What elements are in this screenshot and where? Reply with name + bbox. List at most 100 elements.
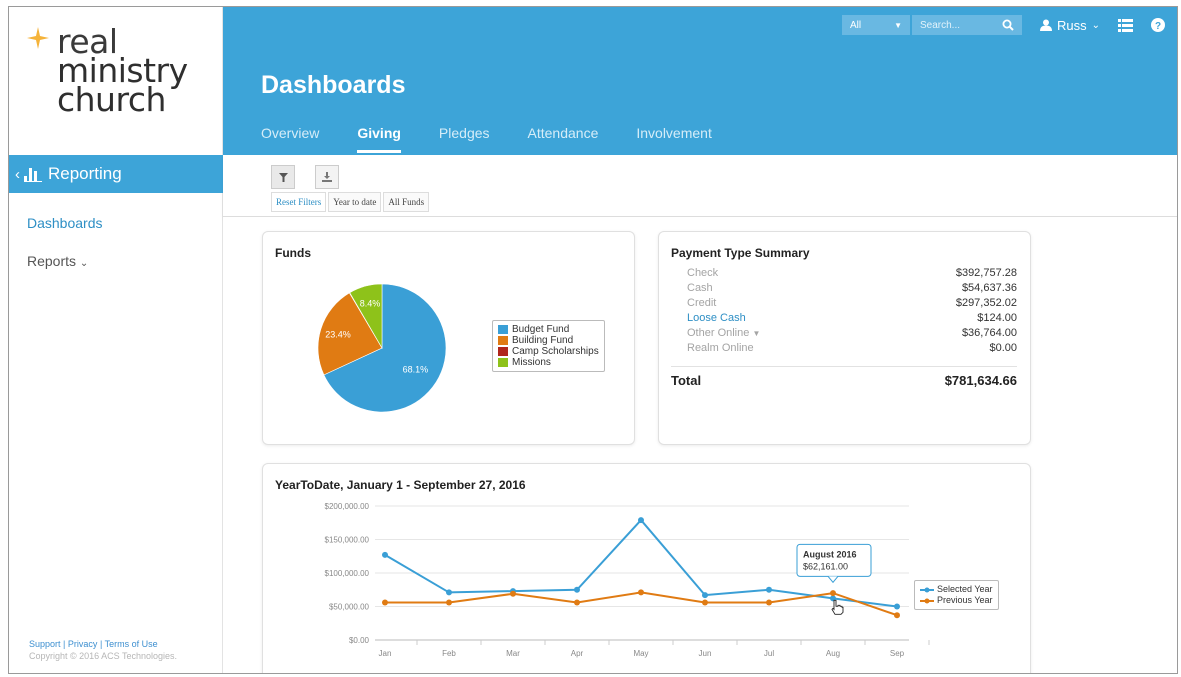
payment-row: Realm Online $0.00 <box>687 341 1017 356</box>
ytd-legend: Selected Year Previous Year <box>914 580 999 610</box>
sidebar-section-label: Reporting <box>48 164 122 183</box>
filter-button[interactable] <box>271 165 295 189</box>
help-icon: ? <box>1151 18 1165 32</box>
data-point <box>574 586 580 593</box>
filter-chips: Reset Filters Year to date All Funds <box>271 192 431 212</box>
payment-card-title: Payment Type Summary <box>671 246 810 260</box>
x-tick-label: Jan <box>379 649 392 658</box>
loose-cash-link[interactable]: Loose Cash <box>687 311 746 326</box>
legend-item: Camp Scholarships <box>498 346 599 357</box>
payment-row: Cash $54,637.36 <box>687 281 1017 296</box>
footer-separator: | <box>99 639 103 649</box>
sidebar-item-reports[interactable]: Reports ⌄ <box>27 253 88 269</box>
caret-down-icon: ▼ <box>894 20 902 30</box>
tab-bar: Overview Giving Pledges Attendance Invol… <box>261 125 750 153</box>
legend-line-marker <box>920 587 934 592</box>
total-value: $781,634.66 <box>944 373 1017 388</box>
top-bar: All ▼ Search... Russ ⌄ ? <box>841 15 1165 35</box>
data-point <box>382 599 388 606</box>
data-point <box>702 599 708 606</box>
search-scope-select[interactable]: All ▼ <box>841 15 910 35</box>
search-placeholder: Search... <box>919 19 961 31</box>
user-menu[interactable]: Russ ⌄ <box>1039 18 1100 33</box>
copyright-text: Copyright © 2016 ACS Technologies. <box>29 651 178 661</box>
data-point <box>830 590 836 597</box>
privacy-link[interactable]: Privacy <box>68 639 98 649</box>
legend-label: Previous Year <box>937 595 993 605</box>
legend-label: Camp Scholarships <box>512 346 599 357</box>
data-point <box>766 599 772 606</box>
logo-text: real ministry church <box>57 25 188 116</box>
reset-filters-button[interactable]: Reset Filters <box>271 192 327 212</box>
series-line <box>385 591 898 617</box>
sidebar-item-dashboards[interactable]: Dashboards <box>27 215 103 231</box>
legend-item: Selected Year <box>920 584 993 595</box>
help-button[interactable]: ? <box>1151 18 1165 32</box>
y-tick-label: $150,000.00 <box>325 536 370 545</box>
sidebar-item-label: Reports <box>27 253 77 269</box>
logo[interactable]: real ministry church <box>25 25 215 155</box>
search-input[interactable]: Search... <box>911 15 1022 35</box>
data-point <box>766 586 772 593</box>
legend-swatch <box>498 336 508 345</box>
bar-chart-icon <box>24 168 42 182</box>
payment-summary-card: Payment Type Summary Check $392,757.28 Ca… <box>658 231 1031 445</box>
y-tick-label: $100,000.00 <box>325 569 370 578</box>
x-tick-label: Aug <box>826 649 840 658</box>
export-button[interactable] <box>315 165 339 189</box>
tab-overview[interactable]: Overview <box>261 125 319 147</box>
x-tick-label: Jun <box>699 649 712 658</box>
star-icon <box>27 27 49 49</box>
funds-legend: Budget Fund Building Fund Camp Scholarsh… <box>492 320 605 372</box>
tab-giving[interactable]: Giving <box>357 125 401 153</box>
ytd-line-chart: $0.00 $50,000.00 $100,000.00 $150,000.00 $20… <box>325 502 930 658</box>
payment-value: $392,757.28 <box>955 267 1017 279</box>
legend-item: Missions <box>498 357 599 368</box>
data-point <box>574 599 580 606</box>
footer-separator: | <box>63 639 66 649</box>
legend-item: Building Fund <box>498 335 599 346</box>
pie-slice-label: 23.4% <box>325 329 351 339</box>
x-tick-label: Sep <box>890 649 905 658</box>
support-link[interactable]: Support <box>29 639 61 649</box>
tab-involvement[interactable]: Involvement <box>636 125 711 147</box>
dashboard-content: Funds 68.1% 23.4% 8.4% Budget Fund Buildin… <box>223 217 1177 673</box>
payment-value: $54,637.36 <box>961 282 1017 294</box>
tab-pledges[interactable]: Pledges <box>439 125 490 147</box>
list-view-button[interactable] <box>1118 18 1133 32</box>
x-tick-label: Feb <box>442 649 456 658</box>
payment-row: Other Online ▼ $36,764.00 <box>687 326 1017 341</box>
payment-value: $297,352.02 <box>955 297 1017 309</box>
data-point <box>446 589 452 596</box>
chevron-down-icon: ⌄ <box>1091 19 1100 31</box>
total-label: Total <box>671 373 702 388</box>
payment-row: Check $392,757.28 <box>687 266 1017 281</box>
sidebar: real ministry church ‹ Reporting Dashboa… <box>9 7 223 673</box>
legend-swatch <box>498 325 508 334</box>
pie-slice-label: 68.1% <box>403 364 429 374</box>
legend-label: Building Fund <box>512 335 574 346</box>
data-point <box>510 590 516 597</box>
sidebar-section-reporting[interactable]: ‹ Reporting <box>9 155 223 193</box>
svg-text:?: ? <box>1155 21 1161 32</box>
x-tick-label: Apr <box>571 649 584 658</box>
tab-attendance[interactable]: Attendance <box>528 125 599 147</box>
chevron-left-icon[interactable]: ‹ <box>15 166 20 183</box>
sidebar-footer: Support | Privacy | Terms of Use Copyrig… <box>29 638 177 662</box>
x-tick-label: Jul <box>764 649 774 658</box>
hand-cursor-shape <box>831 599 844 615</box>
legend-swatch <box>498 358 508 367</box>
payment-value: $124.00 <box>977 312 1017 324</box>
filter-chip[interactable]: All Funds <box>383 192 430 212</box>
payment-label: Other Online <box>687 327 750 339</box>
filter-chip[interactable]: Year to date <box>328 192 382 212</box>
legend-label: Budget Fund <box>512 324 570 335</box>
terms-link[interactable]: Terms of Use <box>105 639 158 649</box>
other-online-toggle[interactable]: Other Online ▼ <box>687 326 760 341</box>
payment-row: Loose Cash $124.00 <box>687 311 1017 326</box>
y-tick-label: $50,000.00 <box>329 603 370 612</box>
x-tick-label: May <box>633 649 648 658</box>
y-tick-label: $0.00 <box>349 636 370 645</box>
legend-label: Selected Year <box>937 584 993 594</box>
search-icon[interactable] <box>1002 19 1014 31</box>
